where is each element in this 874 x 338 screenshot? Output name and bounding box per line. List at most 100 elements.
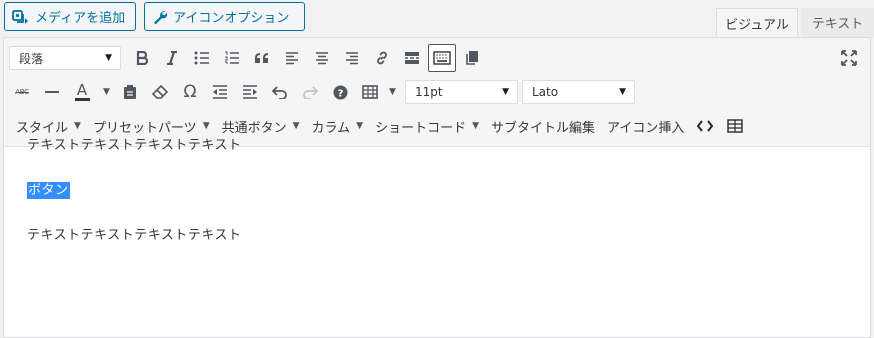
chevron-down-icon: ▼ [472,121,480,131]
bullet-list-button[interactable] [187,43,217,73]
menu-shortcode[interactable]: ショートコード ▼ [369,111,485,141]
strikethrough-button[interactable]: ABC [7,77,37,107]
wrench-icon [154,10,168,24]
icon-options-label: アイコンオプション [173,11,290,26]
menu-preset-parts-label: プリセットパーツ [92,120,197,136]
add-media-button[interactable]: メディアを追加 [4,2,136,31]
code-button[interactable] [690,111,720,141]
toolbar-row-1: 段落 ▼ [4,41,870,75]
font-family-select[interactable]: Lato ▼ [522,80,635,104]
redo-button[interactable] [295,77,325,107]
paragraph-2: ボタン [27,182,70,199]
link-icon [377,51,387,65]
menu-icon-insert[interactable]: アイコン挿入 [601,111,690,141]
insert-table-button[interactable] [720,111,750,141]
add-media-label: メディアを追加 [35,11,126,26]
svg-text:?: ? [337,88,343,99]
outdent-button[interactable] [205,77,235,107]
text-color-dropdown[interactable]: ▼ [97,77,115,107]
menu-subtitle-edit-label: サブタイトル編集 [491,120,596,136]
chevron-down-icon: ▼ [105,53,112,63]
read-more-icon [405,52,419,64]
keyboard-icon [433,51,451,65]
copy-icon [466,51,478,65]
outdent-icon [213,85,227,99]
read-more-button[interactable] [397,43,427,73]
omega-icon: Ω [183,82,197,102]
insert-link-button[interactable] [367,43,397,73]
menu-style[interactable]: スタイル ▼ [10,111,87,141]
undo-icon [272,86,287,99]
toolbar-toggle-button[interactable] [428,44,456,72]
toolbar-row-2: ABC A ▼ Ω ? ▼ 11pt ▼ Lato ▼ [4,75,870,109]
menu-icon-insert-label: アイコン挿入 [607,120,685,136]
menu-column[interactable]: カラム ▼ [306,111,370,141]
chevron-down-icon: ▼ [103,87,110,97]
align-center-button[interactable] [307,43,337,73]
fullscreen-button[interactable] [834,43,864,73]
text-color-swatch [74,97,90,101]
numbered-list-button[interactable] [217,43,247,73]
table-icon [362,85,378,99]
text-color-icon: A [76,80,88,99]
quote-icon [255,53,268,63]
paragraph-3: テキストテキストテキストテキスト [27,228,242,243]
media-buttons-bar: メディアを追加 アイコンオプション ビジュアル テキスト [0,0,874,37]
code-icon [697,120,714,132]
menu-preset-parts[interactable]: プリセットパーツ ▼ [87,111,216,141]
chevron-down-icon: ▼ [502,87,509,97]
align-right-icon [346,52,358,65]
editor-toolbar: 段落 ▼ ABC A ▼ Ω ? ▼ 11pt ▼ Lato ▼ スタイル ▼ … [4,38,870,147]
blockquote-button[interactable] [247,43,277,73]
help-icon: ? [333,85,347,99]
strikethrough-icon: ABC [15,88,29,96]
chevron-down-icon: ▼ [389,87,396,97]
chevron-down-icon: ▼ [74,121,81,131]
bold-icon [136,51,149,65]
text-color-button[interactable]: A [67,77,97,107]
fullscreen-icon [841,50,857,66]
special-character-button[interactable]: Ω [175,77,205,107]
table-button[interactable] [355,77,385,107]
horizontal-line-button[interactable] [37,77,67,107]
icon-options-button[interactable]: アイコンオプション [144,2,305,31]
font-size-select[interactable]: 11pt ▼ [405,80,518,104]
paste-as-text-button[interactable] [115,77,145,107]
menu-column-label: カラム [311,120,351,136]
italic-button[interactable] [157,43,187,73]
redo-icon [303,86,318,99]
bullet-list-icon [194,51,209,65]
tab-text[interactable]: テキスト [801,8,874,37]
chevron-down-icon: ▼ [356,121,364,131]
clear-formatting-button[interactable] [145,77,175,107]
align-center-icon [316,52,328,65]
numbered-list-icon [225,51,239,64]
table-dropdown[interactable]: ▼ [385,77,399,107]
copy-button[interactable] [457,43,487,73]
bold-button[interactable] [127,43,157,73]
paragraph-1: テキストテキストテキストテキスト [27,138,242,153]
indent-button[interactable] [235,77,265,107]
tab-visual[interactable]: ビジュアル [716,8,798,37]
align-left-icon [286,52,298,65]
chevron-down-icon: ▼ [202,121,210,131]
align-left-button[interactable] [277,43,307,73]
help-button[interactable]: ? [325,77,355,107]
media-icon [12,9,28,24]
align-right-button[interactable] [337,43,367,73]
menu-subtitle-edit[interactable]: サブタイトル編集 [485,111,601,141]
menu-style-label: スタイル [16,120,69,136]
font-family-value: Lato [532,85,559,99]
selected-text: ボタン [27,182,70,199]
horizontal-line-icon [45,91,59,93]
chevron-down-icon: ▼ [619,87,626,97]
font-size-value: 11pt [415,85,443,99]
editor: 段落 ▼ ABC A ▼ Ω ? ▼ 11pt ▼ Lato ▼ スタイル ▼ … [3,37,871,338]
indent-icon [243,85,257,99]
clipboard-icon [124,85,136,99]
italic-icon [167,51,177,65]
format-select-value: 段落 [19,51,44,66]
menu-common-button[interactable]: 共通ボタン ▼ [216,111,306,141]
undo-button[interactable] [265,77,295,107]
format-select[interactable]: 段落 ▼ [9,46,121,70]
